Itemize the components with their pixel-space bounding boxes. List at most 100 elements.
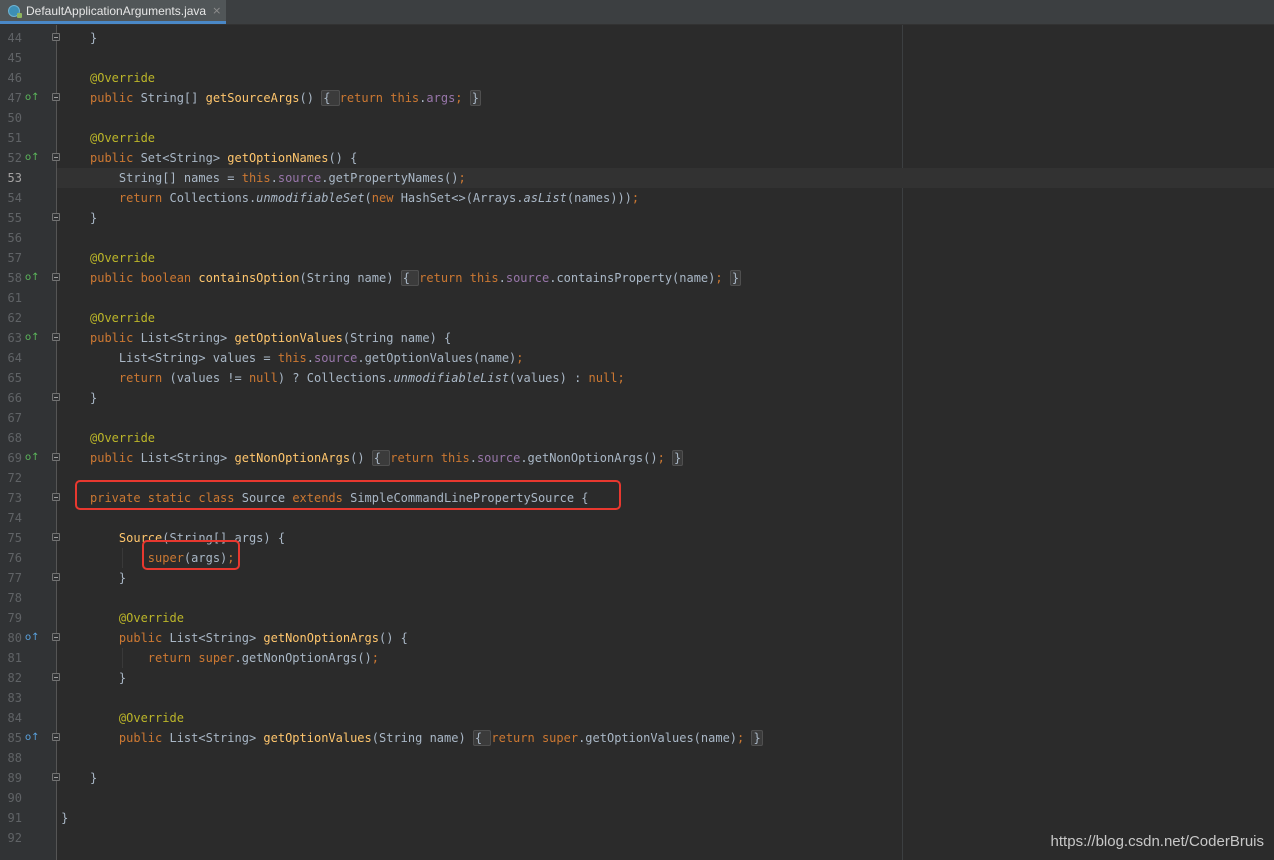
java-class-icon — [8, 4, 22, 18]
code-line[interactable]: 76 super(args); — [0, 548, 1274, 568]
fold-toggle-icon[interactable] — [52, 33, 60, 41]
code-line[interactable]: 46 @Override — [0, 68, 1274, 88]
code-line[interactable]: 45 — [0, 48, 1274, 68]
code-line[interactable]: 65 return (values != null) ? Collections.… — [0, 368, 1274, 388]
code-line[interactable]: 79 @Override — [0, 608, 1274, 628]
fold-toggle-icon[interactable] — [52, 333, 60, 341]
tab-default-application-arguments[interactable]: DefaultApplicationArguments.java × — [0, 0, 226, 24]
code-line[interactable]: 62 @Override — [0, 308, 1274, 328]
code-line[interactable]: 85 o↑ public List<String> getOptionValues(… — [0, 728, 1274, 748]
code-line[interactable]: 69 o↑ public List<String> getNonOptionArgs… — [0, 448, 1274, 468]
code-line[interactable]: 52 o↑ public Set<String> getOptionNames() … — [0, 148, 1274, 168]
fold-toggle-icon[interactable] — [52, 213, 60, 221]
token: () — [444, 171, 459, 185]
token-kw: super — [198, 651, 235, 665]
code-line[interactable]: 75 Source(String[] args) { — [0, 528, 1274, 548]
line-number: 92 — [7, 831, 22, 845]
fold-toggle-icon[interactable] — [52, 733, 60, 741]
code-line[interactable]: 53 String[] names = this.source.getProper… — [0, 168, 1274, 188]
token: } — [90, 211, 98, 225]
fold-toggle-icon[interactable] — [52, 153, 60, 161]
code-text: public List<String> getOptionValues(Stri… — [119, 728, 763, 748]
code-text: @Override — [90, 128, 155, 148]
token: } — [90, 771, 98, 785]
override-method-icon[interactable]: o↑ — [25, 271, 40, 285]
token-fn: getNonOptionArgs — [234, 451, 351, 465]
fold-toggle-icon[interactable] — [52, 273, 60, 281]
code-line[interactable]: 54 return Collections.unmodifiableSet(new… — [0, 188, 1274, 208]
token: (String name) — [371, 731, 473, 745]
token-kw: public — [118, 731, 170, 745]
code-line[interactable]: 80 o↑ public List<String> getNonOptionArgs… — [0, 628, 1274, 648]
code-line-background — [57, 48, 1274, 68]
fold-toggle-icon[interactable] — [52, 393, 60, 401]
fold-toggle-icon[interactable] — [52, 493, 60, 501]
implement-method-icon[interactable]: o↑ — [25, 631, 40, 645]
code-line[interactable]: 56 — [0, 228, 1274, 248]
code-line-background — [57, 108, 1274, 128]
line-number: 50 — [7, 111, 22, 125]
code-editor[interactable]: 44} 45 46 @Override 47 o↑ public String[] getS… — [0, 25, 1274, 860]
code-line[interactable]: 51 @Override — [0, 128, 1274, 148]
code-line[interactable]: 58 o↑ public boolean containsOption(String… — [0, 268, 1274, 288]
token-kw: public — [90, 331, 141, 345]
code-line[interactable]: 77} — [0, 568, 1274, 588]
token: . — [498, 271, 506, 285]
code-text: List<String> values = this.source.getOpt… — [119, 348, 524, 368]
code-line[interactable]: 57 @Override — [0, 248, 1274, 268]
code-text: String[] names = this.source.getProperty… — [119, 168, 466, 188]
override-method-icon[interactable]: o↑ — [25, 91, 40, 105]
code-line[interactable]: 67 — [0, 408, 1274, 428]
token-kw: class — [198, 491, 242, 505]
code-text: @Override — [90, 68, 155, 88]
code-line[interactable]: 47 o↑ public String[] getSourceArgs() { re… — [0, 88, 1274, 108]
token-field: args — [426, 91, 456, 105]
token-static: unmodifiableSet — [256, 191, 365, 205]
fold-toggle-icon[interactable] — [52, 673, 60, 681]
token-kw: private — [90, 491, 148, 505]
code-line[interactable]: 83 — [0, 688, 1274, 708]
code-line[interactable]: 89} — [0, 768, 1274, 788]
fold-toggle-icon[interactable] — [52, 573, 60, 581]
code-line[interactable]: 74 — [0, 508, 1274, 528]
code-line[interactable]: 66} — [0, 388, 1274, 408]
line-number: 68 — [7, 431, 22, 445]
fold-toggle-icon[interactable] — [52, 773, 60, 781]
code-text: @Override — [90, 248, 155, 268]
code-text: return Collections.unmodifiableSet(new H… — [119, 188, 639, 208]
code-line[interactable]: 73 private static class Source extends Si… — [0, 488, 1274, 508]
code-line[interactable]: 63 o↑ public List<String> getOptionValues(… — [0, 328, 1274, 348]
code-line[interactable]: 91} — [0, 808, 1274, 828]
fold-toggle-icon[interactable] — [52, 93, 60, 101]
code-line[interactable]: 61 — [0, 288, 1274, 308]
fold-toggle-icon[interactable] — [52, 633, 60, 641]
code-line[interactable]: 90 — [0, 788, 1274, 808]
code-line[interactable]: 68 @Override — [0, 428, 1274, 448]
code-line[interactable]: 44} — [0, 28, 1274, 48]
code-line[interactable]: 78 — [0, 588, 1274, 608]
line-number: 79 — [7, 611, 22, 625]
line-number: 74 — [7, 511, 22, 525]
line-number: 51 — [7, 131, 22, 145]
code-line[interactable]: 55} — [0, 208, 1274, 228]
close-icon[interactable]: × — [212, 4, 221, 17]
override-method-icon[interactable]: o↑ — [25, 451, 40, 465]
code-line[interactable]: 88 — [0, 748, 1274, 768]
code-text: } — [90, 208, 97, 228]
token-ann: @Override — [90, 131, 156, 145]
code-line[interactable]: 72 — [0, 468, 1274, 488]
code-line[interactable]: 84 @Override — [0, 708, 1274, 728]
code-line[interactable]: 82} — [0, 668, 1274, 688]
code-area[interactable]: 44} 45 46 @Override 47 o↑ public String[] getS… — [0, 25, 1274, 860]
override-method-icon[interactable]: o↑ — [25, 331, 40, 345]
implement-method-icon[interactable]: o↑ — [25, 731, 40, 745]
override-method-icon[interactable]: o↑ — [25, 151, 40, 165]
fold-toggle-icon[interactable] — [52, 453, 60, 461]
token-kw: this — [440, 451, 470, 465]
code-line[interactable]: 81 return super.getNonOptionArgs(); — [0, 648, 1274, 668]
fold-toggle-icon[interactable] — [52, 533, 60, 541]
code-line[interactable]: 64 List<String> values = this.source.getO… — [0, 348, 1274, 368]
token-ann: @Override — [90, 71, 156, 85]
code-line[interactable]: 50 — [0, 108, 1274, 128]
token-fn: getOptionValues — [234, 331, 343, 345]
